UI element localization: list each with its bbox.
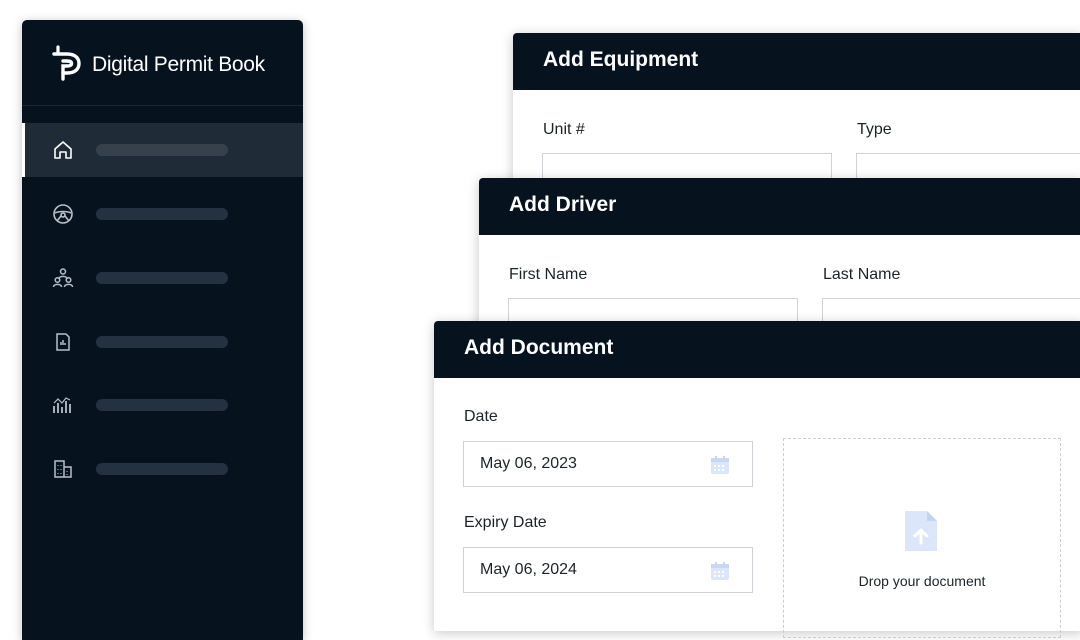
document-icon (52, 331, 74, 353)
card-title: Add Equipment (543, 48, 699, 71)
drop-label: Drop your document (858, 573, 986, 589)
type-label: Type (857, 121, 892, 138)
document-dropzone[interactable]: Drop your document (783, 438, 1061, 638)
sidebar-item-label-placeholder (96, 208, 228, 220)
expiry-date-input[interactable]: May 06, 2024 (463, 547, 753, 593)
brand-name: Digital Permit Book (92, 53, 265, 76)
first-name-label: First Name (509, 266, 588, 283)
expiry-date-value: May 06, 2024 (480, 561, 577, 578)
date-label: Date (464, 408, 498, 425)
sidebar-item-label-placeholder (96, 463, 228, 475)
sidebar: Digital Permit Book (22, 20, 303, 640)
expiry-date-label: Expiry Date (464, 514, 547, 531)
sidebar-item-label-placeholder (96, 144, 228, 156)
home-icon (52, 139, 74, 161)
sidebar-item-label-placeholder (96, 272, 228, 284)
date-value: May 06, 2023 (480, 455, 577, 472)
upload-document-icon (903, 509, 939, 558)
sidebar-item-label-placeholder (96, 336, 228, 348)
card-title: Add Document (464, 336, 614, 359)
brand-logo-icon (52, 44, 84, 86)
sidebar-item-drivers[interactable] (22, 187, 303, 241)
sidebar-item-label-placeholder (96, 399, 228, 411)
sidebar-item-team[interactable] (22, 251, 303, 305)
add-document-card: Add Document Date May 06, 2023 Expiry Da… (434, 321, 1080, 638)
last-name-label: Last Name (823, 266, 901, 283)
sidebar-item-company[interactable] (22, 442, 303, 496)
people-icon (52, 267, 74, 289)
calendar-icon[interactable] (710, 561, 730, 586)
card-header: Add Document (434, 321, 1080, 378)
date-input[interactable]: May 06, 2023 (463, 441, 753, 487)
building-icon (52, 458, 74, 480)
card-header: Add Driver (479, 178, 1080, 235)
divider (22, 105, 303, 106)
sidebar-item-home[interactable] (22, 123, 303, 177)
card-title: Add Driver (509, 193, 617, 216)
calendar-icon[interactable] (710, 455, 730, 480)
sidebar-item-reports[interactable] (22, 378, 303, 432)
steering-wheel-icon (52, 203, 74, 225)
unit-label: Unit # (543, 121, 585, 138)
brand[interactable]: Digital Permit Book (52, 44, 265, 86)
bar-chart-icon (52, 394, 74, 416)
sidebar-item-documents[interactable] (22, 315, 303, 369)
card-header: Add Equipment (513, 33, 1080, 90)
